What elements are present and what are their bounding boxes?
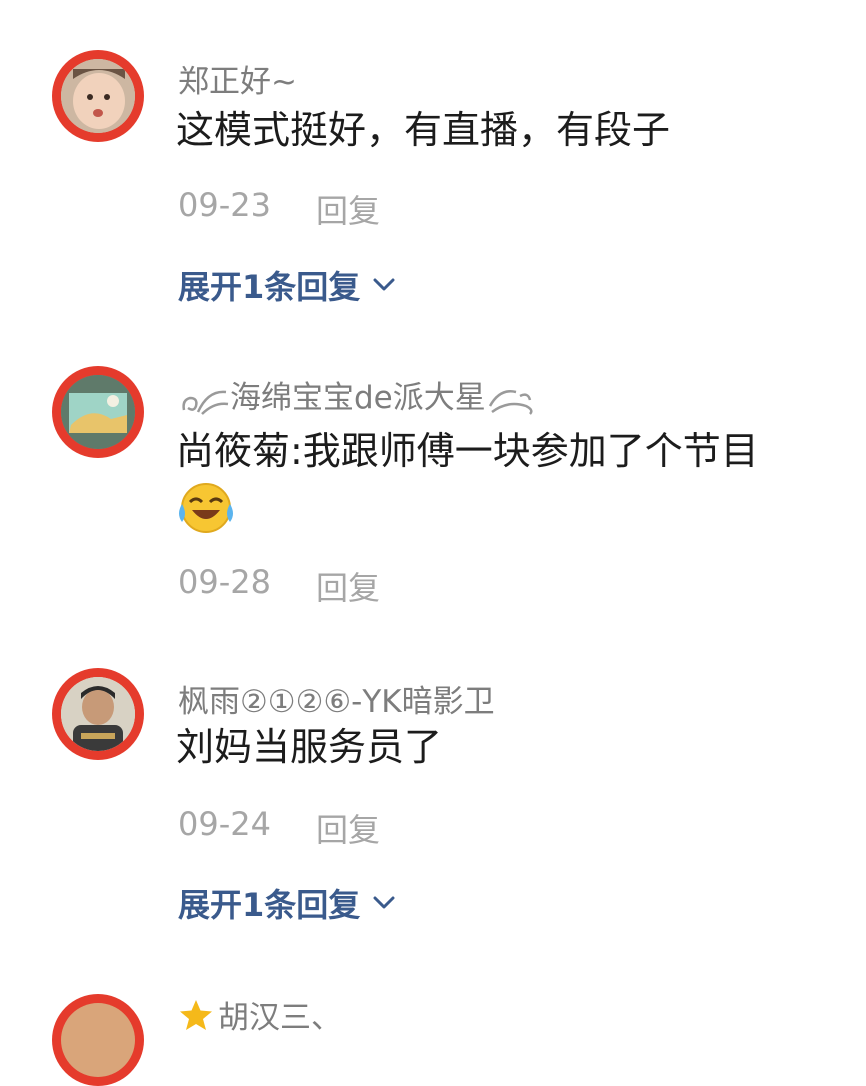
comment-text: 尚筱菊:我跟师傅一块参加了个节目: [176, 429, 759, 473]
comment-date: 09-23: [178, 186, 271, 224]
avatar[interactable]: [52, 994, 144, 1086]
baby-face-icon: [61, 59, 135, 133]
avatar[interactable]: [52, 50, 144, 142]
reply-button[interactable]: 回复: [316, 805, 380, 851]
expand-replies-link[interactable]: 展开1条回复: [178, 880, 396, 926]
username[interactable]: 海绵宝宝de派大星: [178, 372, 538, 418]
expand-replies-label: 展开1条回复: [178, 886, 361, 924]
username: 胡汉三、: [218, 1000, 342, 1036]
comment-text: 刘妈当服务员了: [176, 725, 443, 769]
expand-replies-label: 展开1条回复: [178, 268, 361, 306]
avatar[interactable]: [52, 366, 144, 458]
laughing-crying-emoji-icon: [179, 483, 233, 533]
person-portrait-icon: [61, 677, 135, 751]
username[interactable]: 枫雨②①②⑥-YK暗影卫: [178, 676, 495, 721]
username[interactable]: 郑正好~: [178, 56, 297, 101]
emoji-laughing-crying: [176, 480, 236, 540]
chevron-down-icon: [373, 278, 395, 291]
reply-button[interactable]: 回复: [316, 563, 380, 609]
username-text: 海绵宝宝de派大星: [230, 380, 486, 416]
landscape-icon: [61, 375, 135, 449]
comment-text: 这模式挺好，有直播，有段子: [176, 108, 671, 152]
reply-button[interactable]: 回复: [316, 186, 380, 232]
username-row[interactable]: 胡汉三、: [178, 992, 342, 1037]
chevron-down-icon: [373, 896, 395, 909]
comment-date: 09-24: [178, 805, 271, 843]
star-icon: [180, 999, 212, 1030]
comment-date: 09-28: [178, 563, 271, 601]
expand-replies-link[interactable]: 展开1条回复: [178, 262, 396, 308]
swirl-decoration-icon: [488, 389, 533, 415]
avatar[interactable]: [52, 668, 144, 760]
swirl-decoration-icon: [182, 390, 229, 415]
